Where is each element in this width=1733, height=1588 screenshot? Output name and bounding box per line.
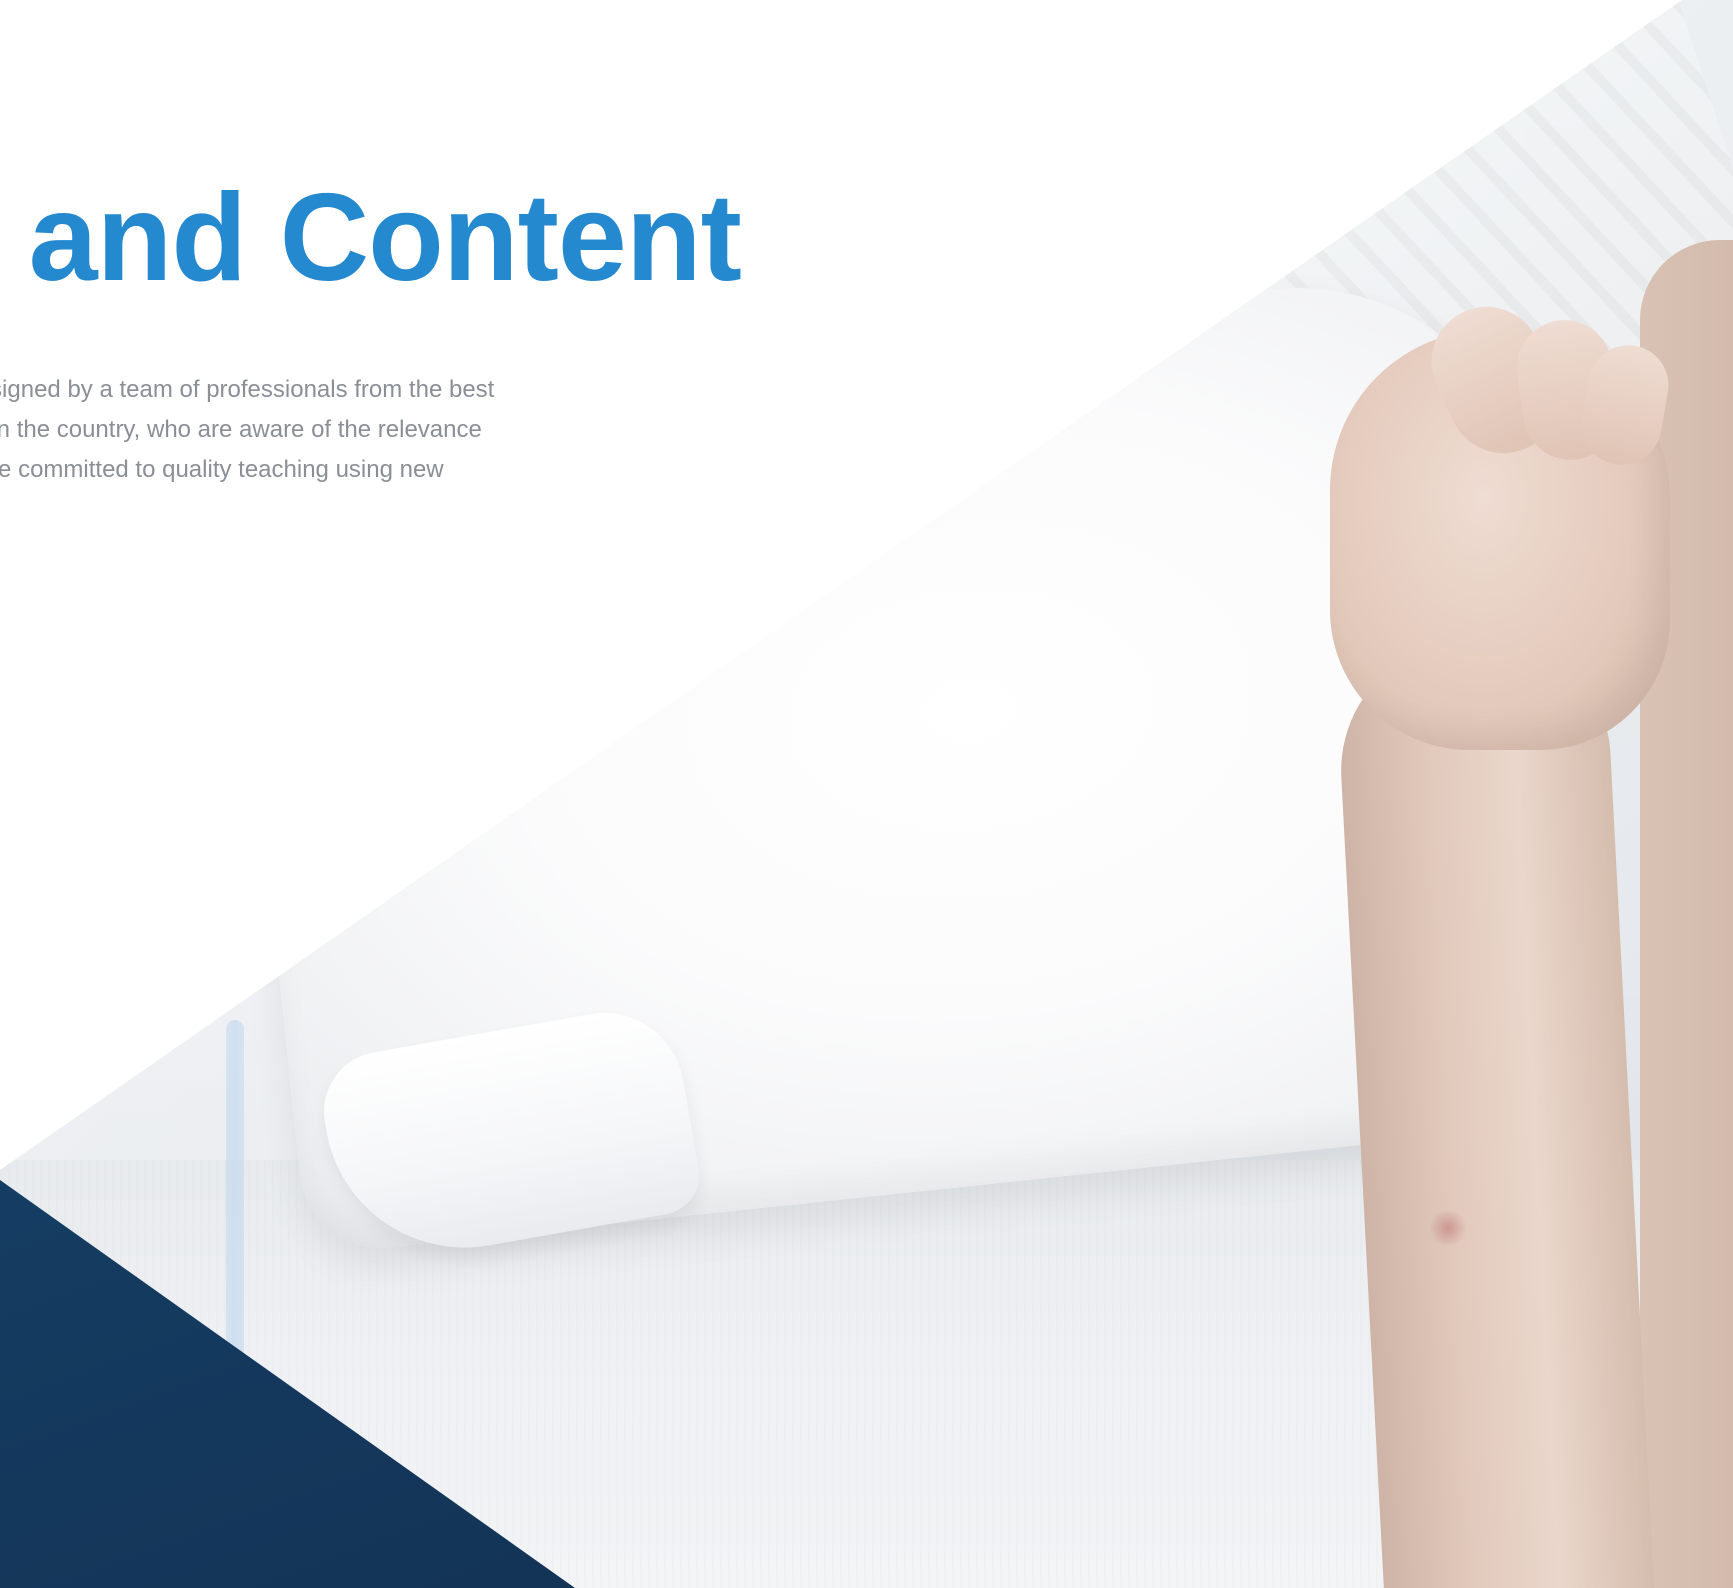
description-line: and are committed to quality teaching us… — [0, 456, 444, 483]
section-description: en designed by a team of professionals f… — [0, 370, 580, 490]
section-headline: re and Content — [0, 169, 742, 307]
description-line: sities in the country, who are aware of … — [0, 416, 482, 443]
child-arm — [1334, 633, 1656, 1588]
description-line: en designed by a team of professionals f… — [0, 376, 495, 403]
arm-mark — [1428, 1210, 1468, 1246]
page: re and Content en designed by a team of … — [0, 0, 1733, 1588]
